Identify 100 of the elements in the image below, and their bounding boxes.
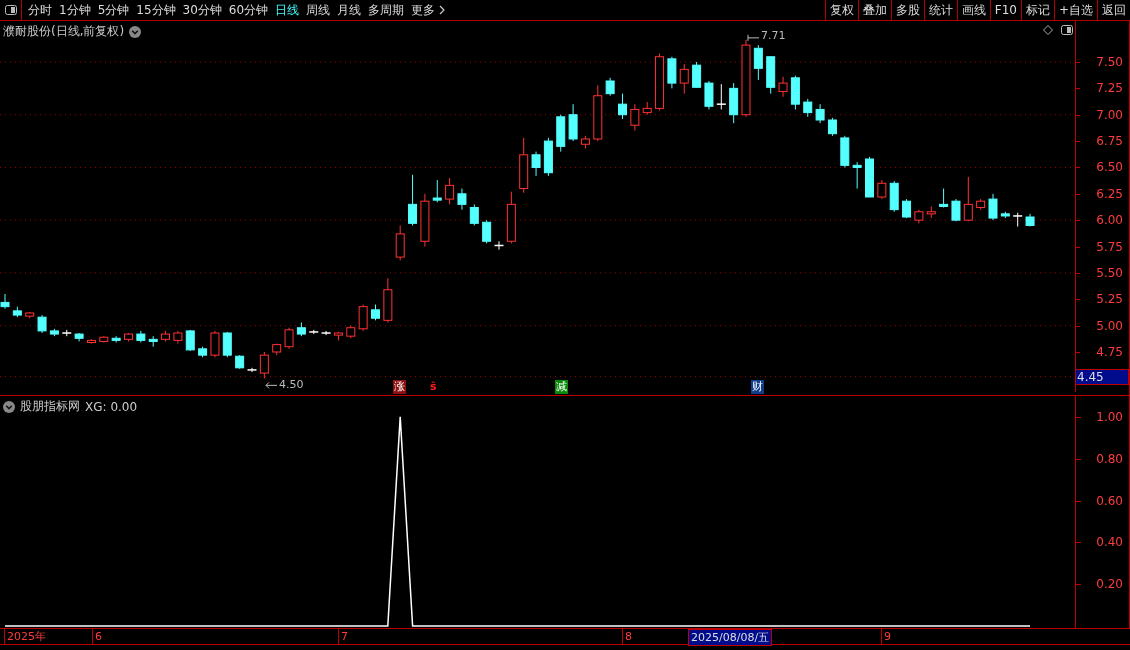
toolbar-button[interactable]: 复权: [824, 0, 858, 20]
candlestick: [531, 151, 541, 177]
toolbar-button[interactable]: 返回: [1097, 0, 1130, 20]
dropdown-icon[interactable]: [129, 25, 142, 38]
period-tab[interactable]: 分时: [28, 1, 52, 19]
toolbar-button[interactable]: 统计: [923, 0, 957, 20]
candlestick: [395, 224, 405, 261]
event-tag[interactable]: 财: [751, 380, 764, 394]
candlestick: [519, 137, 529, 194]
candlestick: [124, 332, 133, 342]
candlestick: [420, 193, 430, 248]
candlestick: [296, 321, 306, 337]
candlestick: [852, 161, 862, 190]
diamond-icon[interactable]: [1043, 25, 1053, 35]
candlestick: [976, 198, 986, 211]
candlestick: [358, 304, 368, 332]
period-tab[interactable]: 5分钟: [97, 1, 130, 19]
toolbar-button[interactable]: 叠加: [857, 0, 891, 20]
event-tag[interactable]: 涨: [393, 380, 406, 394]
candlestick: [618, 93, 627, 120]
candlestick: [148, 335, 158, 348]
candlestick: [99, 335, 109, 343]
axis-label: 5.00: [1096, 318, 1123, 333]
candlestick: [729, 82, 739, 124]
date-label: 7: [338, 629, 348, 644]
candlestick: [284, 327, 294, 350]
axis-label: 1.00: [1096, 409, 1123, 424]
candlestick: [61, 329, 72, 337]
candlestick: [963, 176, 973, 222]
toolbar-button[interactable]: 标记: [1020, 0, 1054, 20]
period-tab[interactable]: 多周期: [368, 1, 405, 19]
period-tab[interactable]: 日线: [275, 1, 300, 19]
candlestick: [1000, 211, 1010, 219]
axis-label: 6.75: [1096, 134, 1123, 149]
candlestick: [815, 103, 825, 124]
axis-label: 6.50: [1096, 160, 1123, 175]
candlestick: [74, 332, 84, 342]
axis-label: 5.25: [1096, 292, 1123, 307]
date-label: 8: [622, 629, 632, 644]
candlestick: [988, 193, 998, 221]
candlestick: [111, 335, 121, 343]
candlestick: [716, 83, 727, 110]
panel-toggle-icon[interactable]: [1061, 25, 1073, 35]
event-tag[interactable]: ŝ: [429, 380, 438, 394]
chevron-right-icon[interactable]: [439, 5, 446, 15]
period-tab[interactable]: 月线: [337, 1, 362, 19]
toolbar-button[interactable]: 多股: [890, 0, 924, 20]
axis-label: 5.75: [1096, 239, 1123, 254]
candlestick: [803, 98, 813, 118]
candlestick: [185, 329, 195, 352]
candlestick: [383, 277, 393, 323]
candlestick: [12, 306, 22, 318]
panel-toggle-icon: [4, 5, 17, 15]
axis-label: 7.50: [1096, 55, 1123, 69]
candlestick: [655, 53, 665, 111]
period-tab[interactable]: 60分钟: [228, 1, 269, 19]
dropdown-icon[interactable]: [3, 400, 15, 413]
event-tag[interactable]: 减: [555, 380, 568, 394]
candlestick: [580, 135, 590, 149]
axis-label: 6.00: [1096, 213, 1123, 228]
period-tab[interactable]: 15分钟: [136, 1, 176, 19]
candlestick: [408, 174, 418, 226]
indicator-title: 股朋指标网: [20, 398, 80, 415]
candlestick: [272, 343, 282, 356]
axis-label: 0.40: [1096, 535, 1123, 550]
axis-label: 0.20: [1096, 577, 1123, 592]
candlestick: [469, 203, 479, 226]
candlestick: [222, 331, 232, 358]
toolbar-button[interactable]: +自选: [1053, 0, 1097, 20]
candlestick: [49, 328, 59, 337]
period-tab[interactable]: 周线: [306, 1, 331, 19]
candlestick: [37, 314, 47, 334]
toolbar-button[interactable]: 画线: [956, 0, 990, 20]
axis-label: 0.80: [1096, 451, 1123, 466]
candlestick: [704, 80, 714, 110]
cursor-date-label: 2025/08/08/五: [688, 629, 773, 646]
candlestick: [173, 330, 183, 345]
candlestick: [939, 188, 949, 208]
period-tab[interactable]: 1分钟: [59, 1, 91, 19]
high-price-label: 7.71: [761, 29, 786, 42]
candlestick: [889, 180, 899, 213]
candlestick: [86, 338, 96, 345]
low-price-label: 4.50: [279, 379, 304, 392]
period-tab[interactable]: 更多: [411, 1, 436, 19]
axis-label: 7.00: [1096, 107, 1123, 122]
period-tab[interactable]: 30分钟: [182, 1, 222, 19]
candlestick: [926, 205, 936, 219]
candlestick: [556, 114, 566, 153]
candlestick: [136, 330, 146, 343]
toolbar-button[interactable]: F10: [989, 0, 1021, 20]
candlestick: [766, 56, 776, 95]
candlestick: [161, 330, 171, 342]
candlestick: [445, 177, 455, 205]
current-price-tag: 4.45: [1075, 368, 1129, 385]
candlestick: [667, 56, 677, 89]
candlestick: [692, 61, 702, 88]
arrow-icon: [265, 381, 278, 389]
series-name: XG: [85, 399, 103, 414]
candlestick: [568, 103, 578, 142]
axis-label: 5.50: [1096, 265, 1123, 280]
